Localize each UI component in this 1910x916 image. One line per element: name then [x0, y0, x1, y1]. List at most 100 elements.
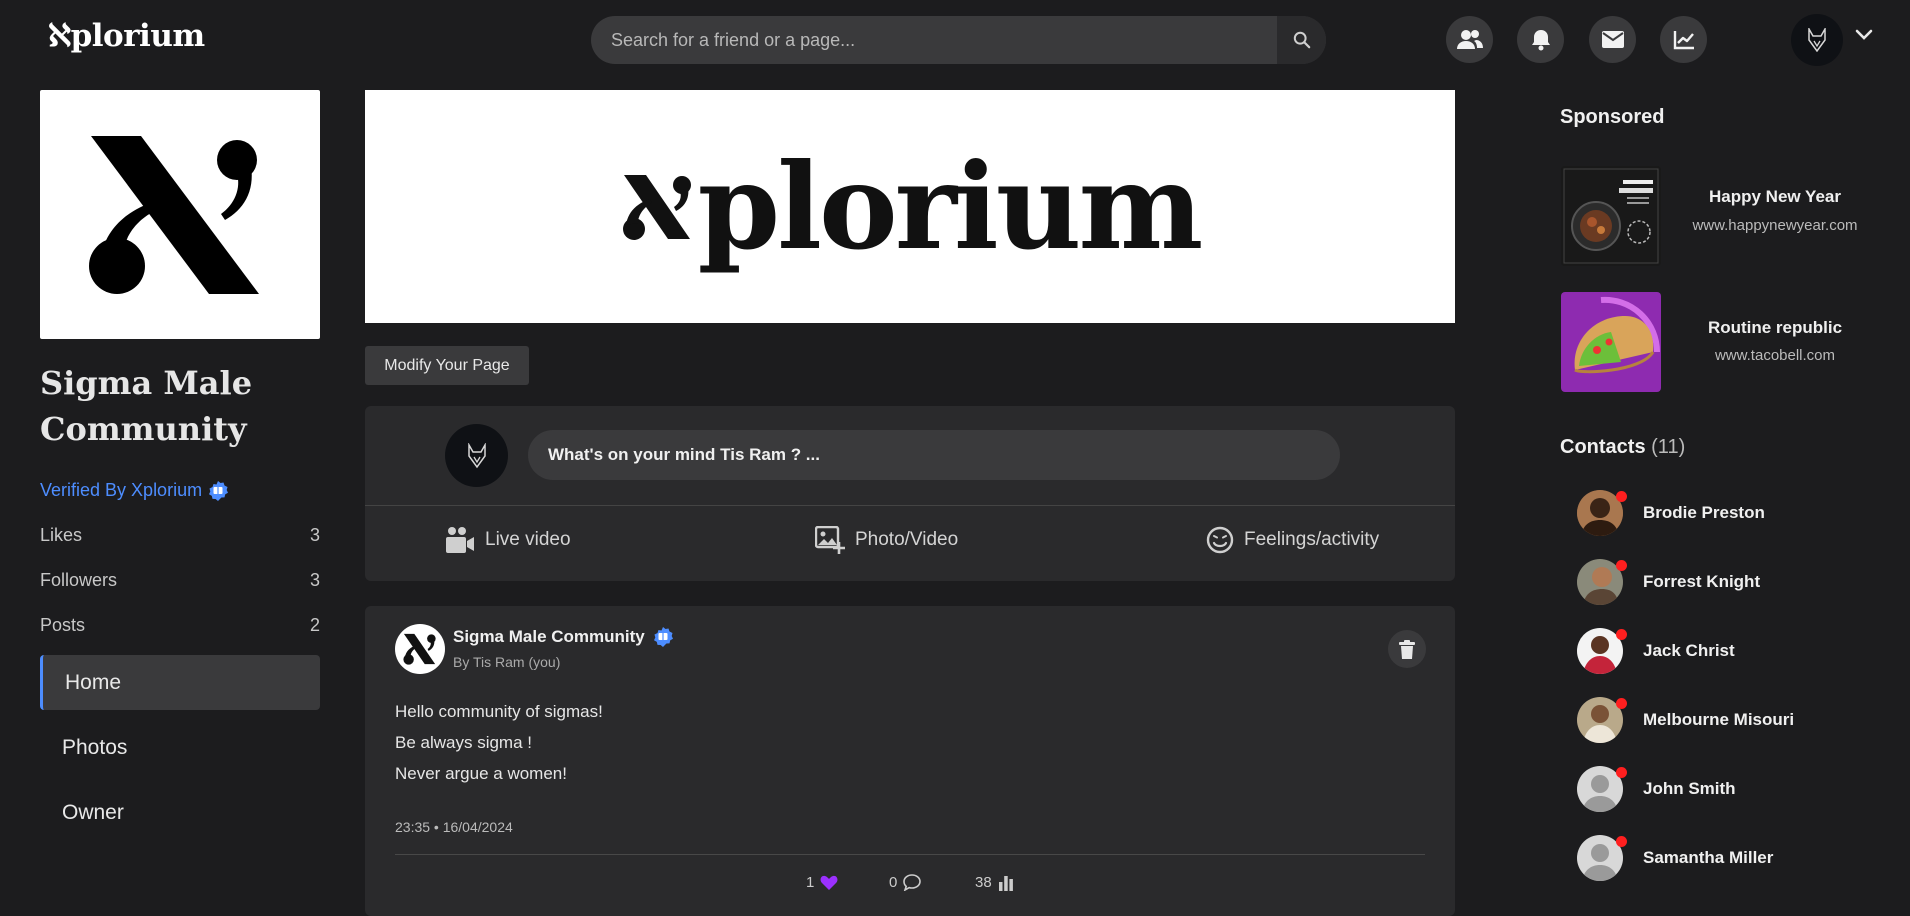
contacts-count: (11): [1651, 436, 1686, 458]
ad-image-happy-new-year[interactable]: [1561, 166, 1661, 266]
menu-item-photos[interactable]: Photos: [40, 720, 320, 775]
banner-text: plorium: [697, 137, 1204, 276]
contacts-title: Contacts: [1560, 436, 1646, 458]
messages-button[interactable]: [1589, 16, 1636, 63]
verified-badge-icon: [653, 627, 673, 647]
new-year-ad-image: [1561, 166, 1661, 266]
online-status-dot: [1616, 629, 1627, 640]
ad-title[interactable]: Happy New Year: [1665, 187, 1885, 207]
contact-item[interactable]: Forrest Knight: [1577, 558, 1760, 606]
online-status-dot: [1616, 836, 1627, 847]
contact-name: Melbourne Misouri: [1643, 710, 1795, 729]
post-composer: What's on your mind Tis Ram ? ... Live v…: [365, 406, 1455, 581]
contact-item[interactable]: Jack Christ: [1577, 627, 1735, 675]
xplorium-mark-icon: [89, 135, 259, 294]
avatar: [1577, 628, 1627, 674]
action-label: Live video: [485, 529, 571, 550]
stat-value: 3: [309, 525, 320, 545]
analytics-button[interactable]: [1660, 16, 1707, 63]
verified-text: Verified By Xplorium: [40, 480, 203, 500]
online-status-dot: [1616, 491, 1627, 502]
page-title: Sigma Male Community: [40, 364, 253, 448]
top-bar: ℵplorium: [0, 0, 1910, 78]
live-video-button[interactable]: Live video: [445, 526, 571, 554]
menu-item-owner[interactable]: Owner: [40, 785, 320, 840]
menu-item-label: Photos: [62, 735, 128, 759]
avatar: [1577, 490, 1627, 536]
contact-name: Jack Christ: [1643, 641, 1735, 660]
search-box: [591, 16, 1326, 64]
avatar: [1577, 559, 1627, 605]
page-profile-picture[interactable]: [40, 90, 320, 339]
bar-chart-icon: [998, 875, 1013, 891]
feelings-activity-button[interactable]: Feelings/activity: [1206, 526, 1379, 554]
action-label: Photo/Video: [855, 529, 959, 550]
verified-badge-icon: [209, 480, 229, 501]
contact-item[interactable]: Samantha Miller: [1577, 834, 1773, 882]
smiley-icon: [1206, 526, 1234, 554]
account-menu-toggle[interactable]: [1855, 28, 1873, 46]
avatar: [1577, 835, 1627, 881]
modify-page-button[interactable]: Modify Your Page: [365, 346, 529, 385]
ad-image-routine-republic[interactable]: [1561, 292, 1661, 392]
logo-text: ℵplorium: [48, 18, 205, 54]
video-camera-icon: [446, 527, 474, 553]
stat-likes: Likes 3: [40, 525, 320, 546]
post-author-name[interactable]: Sigma Male Community: [453, 627, 645, 647]
ad-url[interactable]: www.tacobell.com: [1665, 347, 1885, 364]
contact-item[interactable]: Melbourne Misouri: [1577, 696, 1794, 744]
like-button[interactable]: 1: [806, 874, 838, 891]
search-button[interactable]: [1277, 16, 1326, 64]
online-status-dot: [1616, 767, 1627, 778]
wolf-icon: [467, 442, 486, 468]
comment-button[interactable]: 0: [889, 874, 922, 891]
post-text-line: Be always sigma !: [395, 733, 532, 752]
post-byline: By Tis Ram (you): [453, 654, 561, 670]
friends-button[interactable]: [1446, 16, 1493, 63]
contact-item[interactable]: Brodie Preston: [1577, 489, 1765, 537]
like-count: 1: [806, 874, 815, 891]
ad-title[interactable]: Routine republic: [1665, 318, 1885, 338]
contacts-heading: Contacts (11): [1560, 436, 1685, 459]
search-icon: [1293, 31, 1310, 49]
action-label: Feelings/activity: [1244, 529, 1380, 550]
stat-followers: Followers 3: [40, 570, 320, 591]
add-photo-icon: [815, 526, 845, 554]
contact-name: John Smith: [1643, 779, 1736, 798]
online-status-dot: [1616, 560, 1627, 571]
stat-value: 3: [309, 570, 320, 590]
contact-item[interactable]: John Smith: [1577, 765, 1736, 813]
delete-post-button[interactable]: [1388, 630, 1426, 668]
user-avatar[interactable]: [1791, 14, 1843, 66]
post-card: Sigma Male Community By Tis Ram (you) He…: [365, 606, 1455, 916]
composer-input[interactable]: What's on your mind Tis Ram ? ...: [528, 430, 1340, 480]
composer-avatar: [445, 424, 508, 487]
stat-posts: Posts 2: [40, 615, 320, 636]
views-count: 38: [975, 874, 992, 891]
contact-name: Brodie Preston: [1643, 503, 1765, 522]
contact-name: Forrest Knight: [1643, 572, 1761, 591]
composer-divider: [365, 505, 1455, 506]
search-input[interactable]: [591, 16, 1231, 64]
friends-icon: [1456, 29, 1483, 49]
chart-icon: [1673, 30, 1694, 49]
notifications-button[interactable]: [1517, 16, 1564, 63]
banner-logo: plorium: [620, 137, 1204, 276]
stat-label: Followers: [40, 570, 118, 590]
views-indicator: 38: [975, 874, 1014, 891]
xplorium-mark-icon: [622, 174, 691, 240]
menu-item-label: Owner: [62, 800, 124, 824]
avatar: [1577, 697, 1627, 743]
taco-ad-image: [1561, 292, 1661, 392]
post-divider: [395, 854, 1425, 855]
bell-icon: [1531, 29, 1550, 50]
ad-url[interactable]: www.happynewyear.com: [1665, 217, 1885, 234]
menu-item-home[interactable]: Home: [40, 655, 320, 710]
post-author-avatar[interactable]: [395, 624, 445, 674]
contact-name: Samantha Miller: [1643, 848, 1774, 867]
photo-video-button[interactable]: Photo/Video: [815, 526, 958, 554]
app-logo[interactable]: ℵplorium: [48, 18, 205, 54]
chevron-down-icon: [1855, 29, 1873, 40]
comment-icon: [903, 874, 922, 891]
wolf-icon: [1808, 28, 1826, 52]
